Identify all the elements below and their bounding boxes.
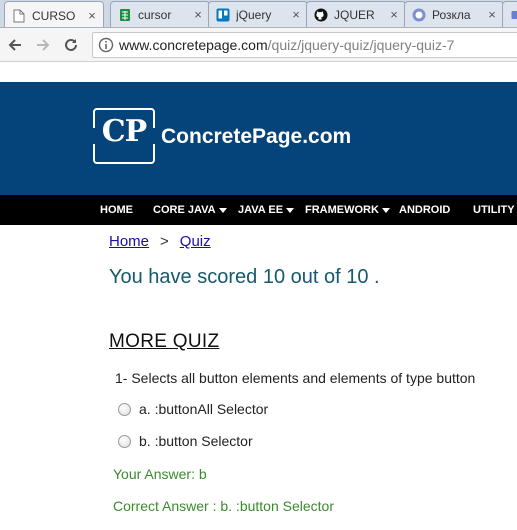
reload-icon [65, 38, 77, 51]
main-navbar: HOME CORE JAVA JAVA EE FRAMEWORK ANDROID… [0, 195, 517, 225]
browser-toolbar: www.concretepage.com/quiz/jquery-quiz/jq… [0, 28, 517, 62]
address-bar[interactable]: www.concretepage.com/quiz/jquery-quiz/jq… [92, 32, 517, 58]
spreadsheet-icon [118, 8, 132, 22]
browser-tab-jquery[interactable]: jQuery × [208, 1, 308, 27]
correct-answer-text: Correct Answer : b. :button Selector [113, 498, 334, 514]
caret-down-icon [286, 207, 295, 213]
close-icon[interactable]: × [388, 8, 400, 21]
browser-tab-jquer[interactable]: JQUER × [306, 1, 406, 27]
close-icon[interactable]: × [486, 8, 498, 21]
nav-item-utility[interactable]: UTILITY [473, 195, 515, 225]
browser-tab-overflow[interactable] [502, 1, 517, 27]
caret-down-icon [218, 207, 227, 213]
nav-item-home[interactable]: HOME [100, 195, 133, 225]
caret-down-icon [381, 207, 390, 213]
info-icon[interactable] [97, 36, 115, 54]
answer-option-a[interactable]: a. :buttonAll Selector [118, 400, 268, 418]
answer-option-b[interactable]: b. :button Selector [118, 432, 253, 450]
document-icon [12, 9, 26, 23]
calendar-icon [412, 8, 426, 22]
browser-tab-curso[interactable]: CURSO × [4, 1, 104, 27]
tab-title: CURSO [32, 8, 76, 23]
nav-item-label: ANDROID [399, 204, 451, 216]
tab-title: JQUER [334, 8, 375, 22]
browser-tab-strip: CURSO × cursor × jQuery × JQUER × Розкла… [0, 0, 517, 28]
tab-title: Розкла [432, 8, 471, 22]
url-host: www.concretepage.com [119, 37, 268, 53]
nav-item-label: CORE JAVA [153, 204, 216, 216]
nav-item-java-ee[interactable]: JAVA EE [238, 195, 295, 225]
github-icon [314, 8, 328, 22]
score-message: You have scored 10 out of 10 . [109, 266, 380, 288]
close-icon[interactable]: × [192, 8, 204, 21]
forward-button[interactable] [32, 34, 54, 56]
url-path: /quiz/jquery-quiz/jquery-quiz-7 [267, 37, 455, 53]
close-icon[interactable]: × [86, 9, 98, 22]
reload-button[interactable] [60, 34, 82, 56]
nav-item-label: HOME [100, 204, 133, 216]
breadcrumb-quiz-link[interactable]: Quiz [180, 233, 211, 250]
mail-icon [510, 8, 517, 22]
back-button[interactable] [4, 34, 26, 56]
trello-icon [216, 8, 230, 22]
nav-item-core-java[interactable]: CORE JAVA [153, 195, 227, 225]
radio-button[interactable] [118, 434, 131, 448]
option-label: a. :buttonAll Selector [139, 401, 269, 417]
nav-item-label: FRAMEWORK [305, 204, 379, 216]
site-name[interactable]: ConcretePage.com [161, 125, 351, 149]
close-icon[interactable]: × [290, 8, 302, 21]
url-text: www.concretepage.com/quiz/jquery-quiz/jq… [119, 37, 454, 53]
your-answer-text: Your Answer: b [113, 466, 207, 482]
browser-tab-cursor[interactable]: cursor × [110, 1, 210, 27]
back-arrow-icon [8, 39, 21, 51]
tab-title: cursor [138, 8, 172, 22]
breadcrumb: Home > Quiz [109, 233, 211, 250]
breadcrumb-separator: > [160, 233, 169, 250]
tab-title: jQuery [236, 8, 272, 22]
page-content: CP ConcretePage.com HOME CORE JAVA JAVA … [0, 63, 517, 530]
forward-arrow-icon [37, 39, 50, 51]
breadcrumb-home-link[interactable]: Home [109, 233, 149, 250]
site-header: CP ConcretePage.com [0, 82, 517, 195]
browser-tab-rozkla[interactable]: Розкла × [404, 1, 504, 27]
nav-item-label: UTILITY [473, 204, 515, 216]
nav-item-label: JAVA EE [238, 204, 284, 216]
more-quiz-heading[interactable]: MORE QUIZ [109, 331, 219, 353]
nav-item-framework[interactable]: FRAMEWORK [305, 195, 390, 225]
site-logo[interactable]: CP [93, 108, 155, 164]
nav-item-android[interactable]: ANDROID [399, 195, 450, 225]
logo-monogram: CP [101, 114, 147, 149]
question-text: 1- Selects all button elements and eleme… [115, 370, 476, 386]
radio-button[interactable] [118, 402, 131, 416]
option-label: b. :button Selector [139, 433, 253, 449]
